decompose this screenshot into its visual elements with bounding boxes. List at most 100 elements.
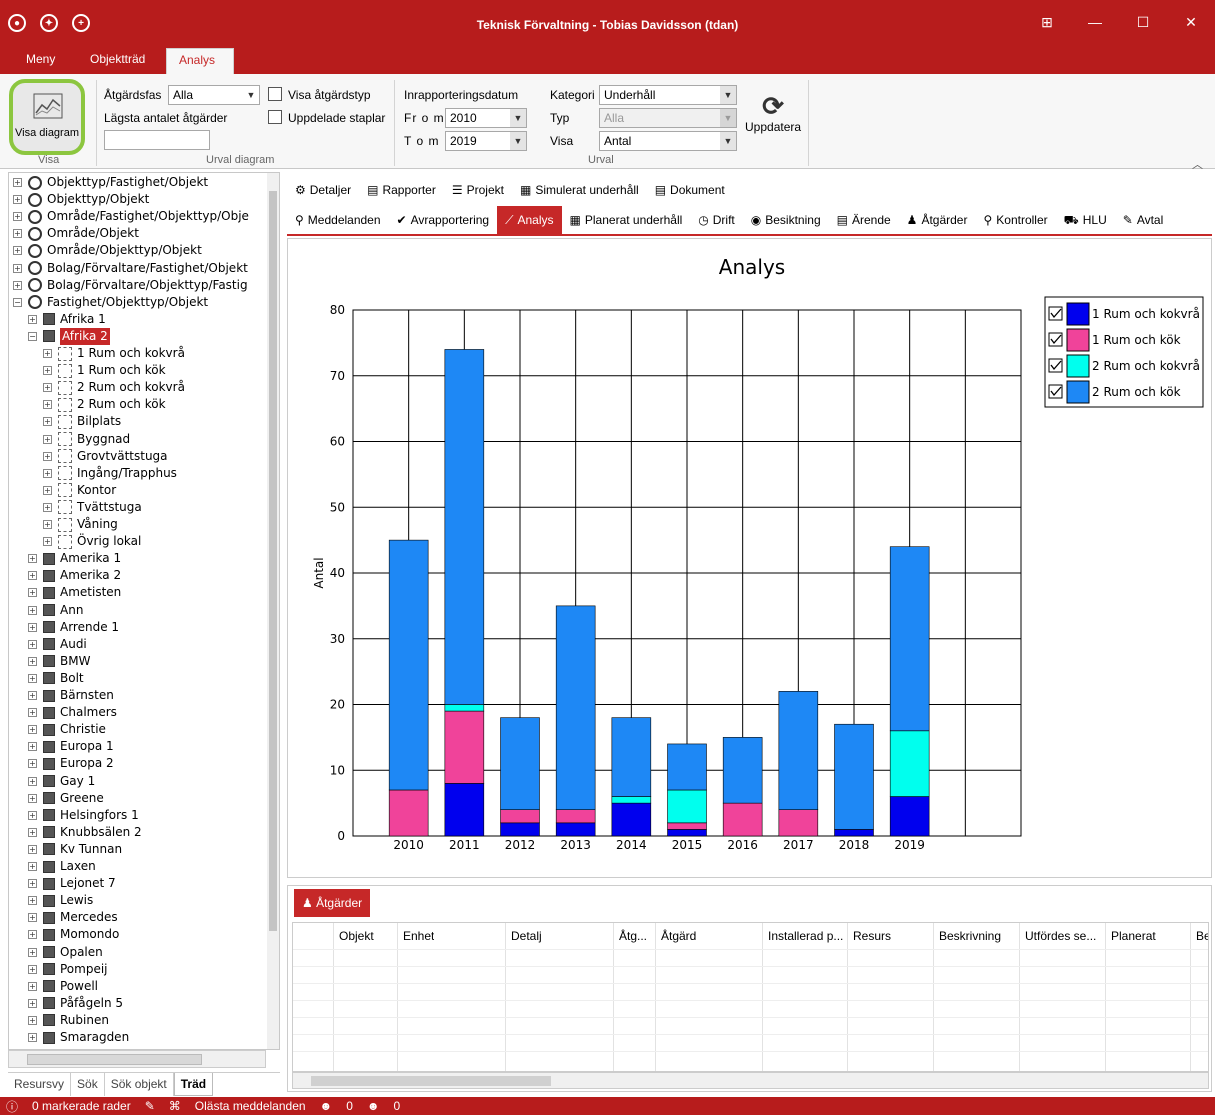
tree-item[interactable]: + Lejonet 7 bbox=[28, 875, 116, 892]
tree-item[interactable]: + Objekttyp/Objekt bbox=[13, 191, 149, 208]
tab-analys[interactable]: Analys bbox=[166, 48, 234, 74]
tab-ärende[interactable]: ▤ Ärende bbox=[829, 206, 899, 234]
expand-icon[interactable]: + bbox=[28, 759, 37, 769]
tree-item[interactable]: +2 Rum och kokvrå bbox=[43, 379, 185, 396]
tab-detaljer[interactable]: ⚙ Detaljer bbox=[287, 176, 359, 204]
expand-icon[interactable]: + bbox=[28, 981, 37, 991]
tree-item[interactable]: + Greene bbox=[28, 790, 104, 807]
expand-icon[interactable]: + bbox=[28, 793, 37, 803]
tree-item[interactable]: + Laxen bbox=[28, 858, 96, 875]
tree-item[interactable]: + Afrika 1 bbox=[28, 311, 106, 328]
tree-item[interactable]: + Smaragden bbox=[28, 1029, 129, 1046]
tab-trad[interactable]: Träd bbox=[173, 1073, 214, 1096]
table-row[interactable] bbox=[293, 1000, 1208, 1001]
tom-year-dropdown[interactable]: 2019 ▼ bbox=[445, 131, 527, 151]
tab-atgarder[interactable]: ♟ Åtgärder bbox=[294, 889, 371, 917]
expand-icon[interactable]: + bbox=[28, 605, 37, 615]
expand-icon[interactable]: + bbox=[28, 964, 37, 974]
tree-item[interactable]: + Bolt bbox=[28, 670, 84, 687]
expand-icon[interactable]: + bbox=[28, 896, 37, 906]
tab-rapporter[interactable]: ▤ Rapporter bbox=[359, 176, 444, 204]
tree-item[interactable]: + Ingång/Trapphus bbox=[43, 465, 177, 482]
expand-icon[interactable]: + bbox=[28, 810, 37, 820]
column-divider[interactable] bbox=[847, 923, 848, 1071]
expand-icon[interactable]: + bbox=[28, 571, 37, 581]
collapse-ribbon-icon[interactable]: ︿ bbox=[1192, 156, 1203, 172]
tree-item[interactable]: + Kontor bbox=[43, 482, 116, 499]
tab-simulerat-underhåll[interactable]: ▦ Simulerat underhåll bbox=[512, 176, 647, 204]
tree-item[interactable]: + Christie bbox=[28, 721, 106, 738]
tree-item[interactable]: +2 Rum och kök bbox=[43, 396, 166, 413]
expand-icon[interactable]: + bbox=[28, 314, 37, 324]
expand-icon[interactable]: + bbox=[28, 673, 37, 683]
tree-item[interactable]: + Europa 2 bbox=[28, 755, 114, 772]
column-header[interactable]: Planerat bbox=[1111, 929, 1156, 943]
expand-icon[interactable]: + bbox=[28, 998, 37, 1008]
typ-dropdown[interactable]: Alla ▼ bbox=[599, 108, 737, 128]
expand-icon[interactable]: + bbox=[28, 639, 37, 649]
expand-icon[interactable]: + bbox=[43, 485, 52, 495]
expand-icon[interactable]: + bbox=[28, 554, 37, 564]
column-header[interactable]: Beskrivning bbox=[939, 929, 1001, 943]
tree-item[interactable]: + Mercedes bbox=[28, 909, 118, 926]
tree-item[interactable]: + Bolag/Förvaltare/Fastighet/Objekt bbox=[13, 260, 248, 277]
expand-icon[interactable]: + bbox=[43, 349, 52, 358]
expand-icon[interactable]: + bbox=[28, 947, 37, 957]
tree-item[interactable]: + Kv Tunnan bbox=[28, 841, 122, 858]
expand-icon[interactable]: + bbox=[28, 691, 37, 700]
tab-planerat-underhåll[interactable]: ▦ Planerat underhåll bbox=[562, 206, 691, 234]
column-header[interactable]: Be bbox=[1196, 929, 1208, 943]
tree-item[interactable]: + Powell bbox=[28, 978, 98, 995]
tree-item[interactable]: + Momondo bbox=[28, 926, 119, 943]
table-row[interactable] bbox=[293, 966, 1208, 967]
tree-item[interactable]: +1 Rum och kokvrå bbox=[43, 345, 185, 362]
tab-avrapportering[interactable]: ✔ Avrapportering bbox=[389, 206, 498, 234]
tab-sok-objekt[interactable]: Sök objekt bbox=[105, 1073, 174, 1096]
expand-icon[interactable]: + bbox=[43, 468, 52, 478]
tab-avtal[interactable]: ✎ Avtal bbox=[1115, 206, 1172, 234]
tree-item[interactable]: + Pompeij bbox=[28, 961, 108, 978]
visa-atgardstyp-checkbox[interactable] bbox=[268, 87, 282, 101]
uppdatera-button[interactable]: ⟳ Uppdatera bbox=[745, 92, 801, 148]
tree-item[interactable]: + Rubinen bbox=[28, 1012, 109, 1029]
tree-item[interactable]: + Gay 1 bbox=[28, 773, 95, 790]
collapse-icon[interactable]: − bbox=[28, 331, 37, 341]
column-divider[interactable] bbox=[933, 923, 934, 1071]
tree-item[interactable]: + Våning bbox=[43, 516, 118, 533]
tree-item[interactable]: + Objekttyp/Fastighet/Objekt bbox=[13, 174, 208, 191]
expand-icon[interactable]: + bbox=[28, 742, 37, 752]
column-header[interactable]: Detalj bbox=[511, 929, 542, 943]
tree-item[interactable]: +1 Rum och kök bbox=[43, 362, 166, 379]
tree-item[interactable]: + Ametisten bbox=[28, 584, 121, 601]
tree-vertical-scrollbar[interactable] bbox=[267, 173, 279, 1049]
tree-item[interactable]: + Tvättstuga bbox=[43, 499, 142, 516]
maximize-button[interactable]: ☐ bbox=[1119, 8, 1167, 36]
table-row[interactable] bbox=[293, 983, 1208, 984]
tree-item[interactable]: + Bolag/Förvaltare/Objekttyp/Fastig bbox=[13, 277, 248, 294]
tree-item[interactable]: + Europa 1 bbox=[28, 738, 114, 755]
tree-item[interactable]: + Audi bbox=[28, 636, 87, 653]
tab-sok[interactable]: Sök bbox=[71, 1073, 105, 1096]
table-row[interactable] bbox=[293, 1017, 1208, 1018]
tree-item[interactable]: + Lewis bbox=[28, 892, 93, 909]
expand-icon[interactable]: + bbox=[28, 725, 37, 735]
tab-drift[interactable]: ◷ Drift bbox=[690, 206, 742, 234]
tree-item[interactable]: − Fastighet/Objekttyp/Objekt bbox=[13, 294, 208, 311]
tree-horizontal-scrollbar[interactable] bbox=[8, 1050, 266, 1068]
tree-item[interactable]: + Helsingfors 1 bbox=[28, 807, 139, 824]
tree-item[interactable]: + Område/Objekttyp/Objekt bbox=[13, 242, 202, 259]
column-divider[interactable] bbox=[1019, 923, 1020, 1071]
column-divider[interactable] bbox=[655, 923, 656, 1071]
kategori-dropdown[interactable]: Underhåll ▼ bbox=[599, 85, 737, 105]
minimize-button[interactable]: — bbox=[1071, 8, 1119, 36]
tab-hlu[interactable]: ⛟ HLU bbox=[1056, 206, 1115, 234]
tab-kontroller[interactable]: ⚲ Kontroller bbox=[975, 206, 1055, 234]
column-header[interactable]: Installerad p... bbox=[768, 929, 843, 943]
expand-icon[interactable]: + bbox=[28, 879, 37, 889]
tab-meny[interactable]: Meny bbox=[14, 48, 67, 74]
expand-icon[interactable]: + bbox=[28, 1015, 37, 1025]
tree-item[interactable]: + Amerika 1 bbox=[28, 550, 121, 567]
tree-item[interactable]: + Chalmers bbox=[28, 704, 117, 721]
expand-icon[interactable]: + bbox=[43, 434, 52, 444]
tree-item[interactable]: + BMW bbox=[28, 653, 90, 670]
